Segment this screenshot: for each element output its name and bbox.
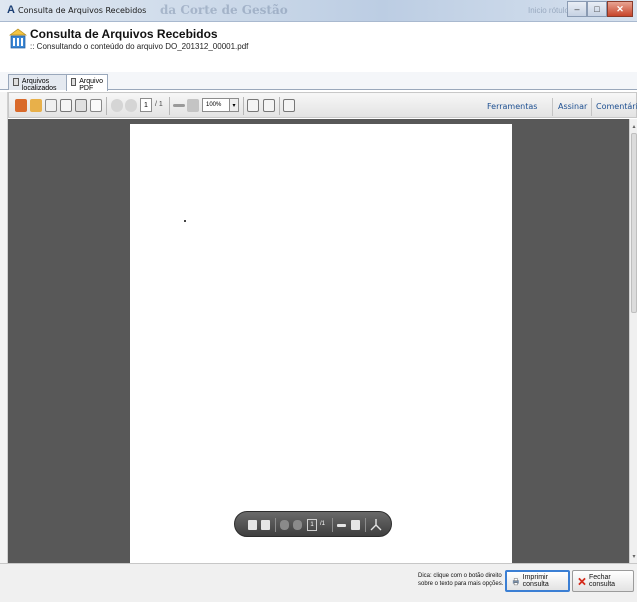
page-subtitle: :: Consultando o conteúdo do arquivo DO_… [30,42,249,51]
save-icon[interactable] [60,99,72,112]
toolbar-separator [591,98,592,116]
vertical-scrollbar[interactable]: ▴ ▾ [629,119,637,563]
app-logo-icon: A [7,4,15,16]
hud-separator [332,518,333,532]
fit-width-icon[interactable] [263,99,275,112]
hint-text: Dica: clique com o botão direito sobre o… [418,573,504,587]
zoom-in-icon[interactable] [187,99,199,112]
create-pdf-icon[interactable] [30,99,42,112]
next-page-icon[interactable] [293,520,302,530]
toolbar-separator [552,98,553,116]
building-icon [9,28,27,49]
title-bar: A Consulta de Arquivos Recebidos da Cort… [0,0,637,22]
hud-page-total: /1 [320,521,326,527]
close-query-button[interactable]: Fechar consulta [572,570,634,592]
print-icon[interactable] [261,520,270,530]
tab-label: Arquivos localizados [21,78,57,92]
tab-strip: Arquivos localizados Arquivo PDF [0,72,637,92]
zoom-dropdown-button[interactable]: ▾ [229,98,239,112]
printer-icon [512,577,519,585]
pdf-viewer [8,119,629,563]
background-window-text: Inicio rótulo [528,6,569,15]
comment-link[interactable]: Comentário [596,102,637,111]
hud-separator [275,518,276,532]
hud-page-input[interactable]: 1 [307,519,317,531]
toolbar-separator [106,97,107,115]
print-query-button[interactable]: Imprimir consulta [505,570,570,592]
zoom-level-input[interactable]: 100% [202,98,230,112]
zoom-in-icon[interactable] [351,520,360,530]
edit-icon[interactable] [45,99,57,112]
previous-page-icon[interactable] [280,520,289,530]
print-icon[interactable] [75,99,87,112]
page-title: Consulta de Arquivos Recebidos [30,27,218,41]
scroll-down-icon[interactable]: ▾ [630,551,637,561]
window-controls: – □ ✕ [567,1,633,17]
fit-page-icon[interactable] [247,99,259,112]
page-total-label: / 1 [155,101,163,108]
window-title: Consulta de Arquivos Recebidos [18,6,147,15]
sign-link[interactable]: Assinar [558,102,587,111]
scroll-thumb[interactable] [631,133,637,313]
fullscreen-icon[interactable] [283,99,295,112]
pdf-toolbar: 1 / 1 100% ▾ Ferramentas Assinar Comentá… [8,92,637,118]
previous-page-icon[interactable] [111,99,123,112]
hud-separator [365,518,366,532]
maximize-button[interactable]: □ [587,1,607,17]
scroll-up-icon[interactable]: ▴ [630,121,637,131]
toolbar-separator [243,97,244,115]
minimize-button[interactable]: – [567,1,587,17]
left-panel-edge [0,92,8,563]
toolbar-separator [169,97,170,115]
page-mark [184,220,186,222]
tab-arquivo-pdf[interactable]: Arquivo PDF [66,74,108,92]
pdf-page[interactable] [130,124,512,563]
background-window-title: da Corte de Gestão [160,3,288,17]
tools-link[interactable]: Ferramentas [487,102,537,111]
close-query-label: Fechar consulta [588,574,616,588]
close-window-button[interactable]: ✕ [607,1,633,17]
document-icon [13,78,19,86]
open-file-icon[interactable] [15,99,27,112]
page-number-input[interactable]: 1 [140,98,152,112]
toolbar-separator [279,97,280,115]
next-page-icon[interactable] [125,99,137,112]
print-query-label: Imprimir consulta [522,574,549,588]
close-icon [578,577,586,585]
document-icon [71,78,77,86]
acrobat-icon[interactable] [370,518,382,532]
save-icon[interactable] [248,520,257,530]
floating-pdf-toolbar: 1 /1 [234,511,392,537]
email-icon[interactable] [90,99,102,112]
tab-label: Arquivo PDF [79,78,103,92]
zoom-out-icon[interactable] [173,104,185,107]
zoom-out-icon[interactable] [337,524,346,527]
status-bar: Dica: clique com o botão direito sobre o… [0,563,637,602]
tab-arquivos-localizados[interactable]: Arquivos localizados [8,74,68,92]
